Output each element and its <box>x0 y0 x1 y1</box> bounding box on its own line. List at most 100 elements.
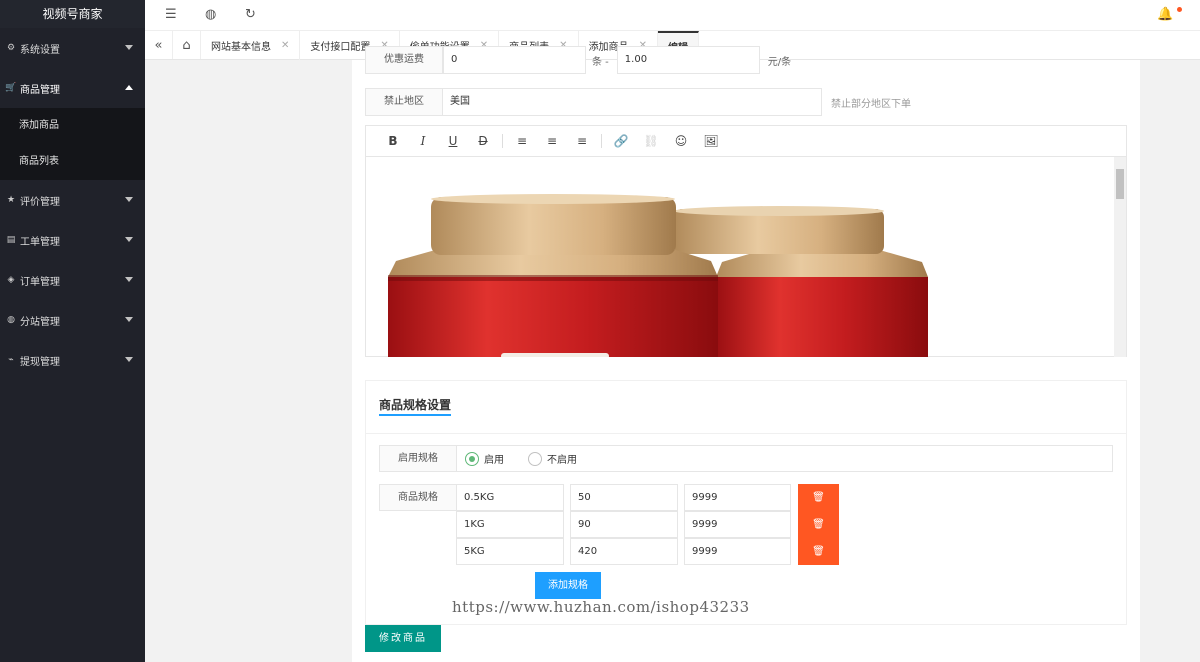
editor-scrollbar[interactable] <box>1114 157 1126 357</box>
box-icon: ◈ <box>7 275 15 285</box>
spec-price-input[interactable]: 50 <box>570 484 678 511</box>
sidebar-item-label: 系统设置 <box>20 44 60 56</box>
sidebar-item-label: 商品管理 <box>20 84 60 96</box>
sidebar-item-substations[interactable]: ◍ 分站管理 <box>0 300 145 340</box>
spec-price-input[interactable]: 420 <box>570 538 678 565</box>
underline-icon[interactable]: U <box>438 134 468 148</box>
ticket-icon: ▤ <box>6 235 16 245</box>
tab-label: 网站基本信息 <box>211 42 271 53</box>
home-icon[interactable]: ⌂ <box>173 31 201 59</box>
gear-icon: ⚙ <box>6 43 16 53</box>
spec-name-input[interactable]: 5KG <box>456 538 564 565</box>
ban-region-hint: 禁止部分地区下单 <box>831 98 911 110</box>
sidebar-item-withdraw[interactable]: ⌁ 提现管理 <box>0 340 145 380</box>
globe-icon: ◍ <box>7 315 15 325</box>
spec-price-input[interactable]: 90 <box>570 511 678 538</box>
spec-name-input[interactable]: 0.5KG <box>456 484 564 511</box>
toolbar-divider <box>601 134 602 148</box>
spec-stock-input[interactable]: 9999 <box>684 511 791 538</box>
unlink-icon[interactable]: ⛓ <box>636 134 666 148</box>
delete-spec-button[interactable]: 🗑 <box>798 484 839 511</box>
sidebar-item-label: 评价管理 <box>20 196 60 208</box>
ban-region-label: 禁止地区 <box>365 88 443 116</box>
shipping-mid-text: 条 - <box>592 56 609 68</box>
cart-icon: 🛒 <box>5 83 17 93</box>
spec-list-label: 商品规格 <box>379 484 457 511</box>
radio-enable[interactable] <box>465 451 479 466</box>
product-image <box>388 194 928 357</box>
tabs-scroll-left-icon[interactable]: « <box>145 31 173 59</box>
sidebar-item-label: 提现管理 <box>20 356 60 368</box>
sidebar-item-orders[interactable]: ◈ 订单管理 <box>0 260 145 300</box>
shipping-suffix: 元/条 <box>767 56 792 68</box>
spec-enable-options: 启用 不启用 <box>457 445 1113 472</box>
delete-spec-button[interactable]: 🗑 <box>798 538 839 565</box>
edit-form: 优惠运费 0 条 - 1.00 元/条 禁止地区 美国 禁止部分地区下单 B I… <box>352 46 1140 662</box>
bell-icon[interactable]: 🔔 <box>1157 7 1173 22</box>
add-spec-button[interactable]: 添加规格 <box>535 572 601 599</box>
sidebar-subitem-add-product[interactable]: 添加商品 <box>0 108 145 144</box>
notification-dot <box>1177 7 1182 12</box>
strikethrough-icon[interactable]: D <box>468 134 498 148</box>
refresh-icon[interactable]: ↻ <box>245 7 256 22</box>
sidebar-item-label: 订单管理 <box>20 276 60 288</box>
shipping-input-1[interactable]: 0 <box>443 46 586 74</box>
sidebar: 视频号商家 ⚙ 系统设置 🛒 商品管理 添加商品 商品列表 ★ 评价管理 ▤ 工… <box>0 0 145 662</box>
trash-icon: 🗑 <box>812 546 825 557</box>
app-logo: 视频号商家 <box>0 0 145 28</box>
spec-enable-row: 启用规格 启用 不启用 <box>379 445 1113 472</box>
trash-icon: 🗑 <box>812 492 825 503</box>
editor-toolbar: B I U D ≡ ≡ ≡ 🔗 ⛓ ☺ 🖼 <box>366 126 1126 157</box>
section-divider <box>366 433 1126 434</box>
delete-spec-button[interactable]: 🗑 <box>798 511 839 538</box>
editor-content[interactable] <box>366 157 1126 357</box>
spec-name-input[interactable]: 1KG <box>456 511 564 538</box>
sidebar-item-label: 工单管理 <box>20 236 60 248</box>
sidebar-item-tickets[interactable]: ▤ 工单管理 <box>0 220 145 260</box>
spec-section-title: 商品规格设置 <box>379 396 452 416</box>
chevron-up-icon <box>125 85 133 90</box>
italic-icon[interactable]: I <box>408 134 438 148</box>
chevron-down-icon <box>125 45 133 50</box>
toolbar-divider <box>502 134 503 148</box>
close-icon[interactable]: ✕ <box>281 40 289 51</box>
chevron-down-icon <box>125 357 133 362</box>
spec-stock-input[interactable]: 9999 <box>684 538 791 565</box>
chevron-down-icon <box>125 197 133 202</box>
chevron-down-icon <box>125 317 133 322</box>
chevron-down-icon <box>125 277 133 282</box>
sidebar-item-system[interactable]: ⚙ 系统设置 <box>0 28 145 68</box>
sidebar-item-reviews[interactable]: ★ 评价管理 <box>0 180 145 220</box>
ban-region-input[interactable]: 美国 <box>443 88 822 116</box>
shipping-label: 优惠运费 <box>365 46 443 74</box>
scrollbar-thumb[interactable] <box>1116 169 1124 199</box>
spec-enable-label: 启用规格 <box>379 445 457 472</box>
radio-enable-label[interactable]: 启用 <box>484 451 504 466</box>
align-left-icon[interactable]: ≡ <box>507 134 537 148</box>
radio-disable-label[interactable]: 不启用 <box>547 451 577 466</box>
pulse-icon: ⌁ <box>8 355 14 365</box>
radio-disable[interactable] <box>528 451 542 466</box>
menu-toggle-icon[interactable]: ☰ <box>165 7 177 22</box>
bold-icon[interactable]: B <box>378 134 408 148</box>
sidebar-submenu: 添加商品 商品列表 <box>0 108 145 180</box>
sidebar-item-label: 分站管理 <box>20 316 60 328</box>
ban-region-row: 禁止地区 美国 禁止部分地区下单 <box>365 88 911 116</box>
image-icon[interactable]: 🖼 <box>696 134 726 148</box>
sidebar-item-products[interactable]: 🛒 商品管理 <box>0 68 145 108</box>
globe-icon[interactable]: ◍ <box>205 7 216 22</box>
rich-text-editor[interactable]: B I U D ≡ ≡ ≡ 🔗 ⛓ ☺ 🖼 <box>365 125 1127 357</box>
star-icon: ★ <box>6 195 16 205</box>
align-right-icon[interactable]: ≡ <box>567 134 597 148</box>
trash-icon: 🗑 <box>812 519 825 530</box>
spec-stock-input[interactable]: 9999 <box>684 484 791 511</box>
shipping-input-2[interactable]: 1.00 <box>616 46 760 74</box>
emoji-icon[interactable]: ☺ <box>666 134 696 148</box>
sidebar-subitem-product-list[interactable]: 商品列表 <box>0 144 145 180</box>
align-center-icon[interactable]: ≡ <box>537 134 567 148</box>
top-bar: ☰ ◍ ↻ 🔔 <box>145 0 1200 31</box>
save-product-button[interactable]: 修改商品 <box>365 625 441 652</box>
tab-site-info[interactable]: 网站基本信息 ✕ <box>201 31 301 60</box>
tab-label: 支付接口配置 <box>310 42 371 53</box>
link-icon[interactable]: 🔗 <box>606 134 636 148</box>
